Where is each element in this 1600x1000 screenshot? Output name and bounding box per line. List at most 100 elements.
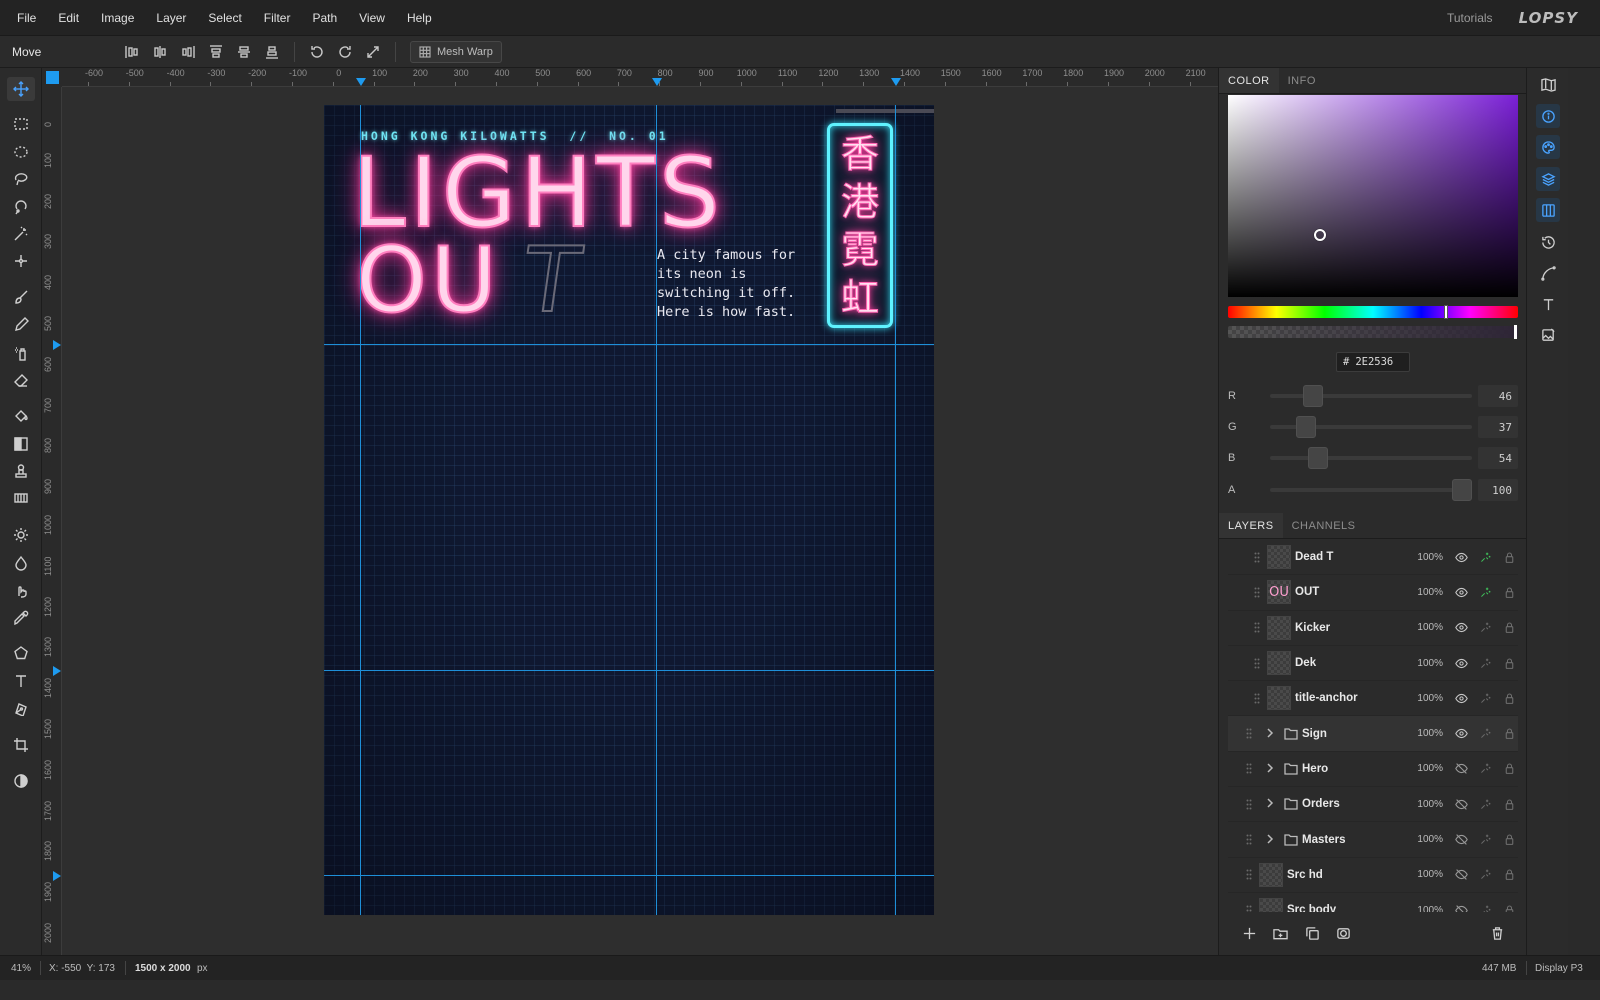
layer-name[interactable]: title-anchor xyxy=(1295,692,1358,704)
lock-icon[interactable] xyxy=(1502,797,1516,811)
pencil-tool[interactable] xyxy=(7,313,35,337)
new-layer-button[interactable] xyxy=(1239,923,1259,943)
layer-group-row[interactable]: Orders 100% xyxy=(1228,787,1518,823)
channel-value-a[interactable]: 100 xyxy=(1478,479,1518,501)
effects-icon[interactable] xyxy=(1478,833,1492,847)
layer-row[interactable]: Src hd 100% xyxy=(1228,858,1518,893)
new-group-button[interactable] xyxy=(1270,923,1290,943)
adjust-tool[interactable] xyxy=(7,769,35,793)
dock-type-button[interactable] xyxy=(1536,292,1560,316)
layer-name[interactable]: Src hd xyxy=(1287,869,1323,881)
layer-row[interactable]: Dead T 100% xyxy=(1228,540,1518,576)
layer-opacity[interactable]: 100% xyxy=(1407,693,1443,704)
tab-color[interactable]: COLOR xyxy=(1219,68,1279,93)
dock-channels-button[interactable] xyxy=(1536,198,1560,222)
crop-tool[interactable] xyxy=(7,733,35,757)
effects-icon[interactable] xyxy=(1478,727,1492,741)
lock-icon[interactable] xyxy=(1502,656,1516,670)
layer-opacity[interactable]: 100% xyxy=(1407,834,1443,845)
drag-handle-icon[interactable] xyxy=(1245,869,1253,881)
quick-select-tool[interactable] xyxy=(7,249,35,273)
align-bottom-button[interactable] xyxy=(258,40,286,64)
drag-handle-icon[interactable] xyxy=(1245,904,1253,912)
eye-off-icon[interactable] xyxy=(1454,797,1468,811)
hue-handle[interactable] xyxy=(1444,305,1448,319)
lock-icon[interactable] xyxy=(1502,868,1516,882)
guide-vertical[interactable] xyxy=(895,105,896,915)
slider-thumb[interactable] xyxy=(1308,447,1328,469)
align-center-h-button[interactable] xyxy=(146,40,174,64)
layer-row[interactable]: Src body 100% xyxy=(1228,893,1518,912)
eraser-tool[interactable] xyxy=(7,368,35,392)
tab-info[interactable]: INFO xyxy=(1279,68,1325,93)
move-tool[interactable] xyxy=(7,77,35,101)
layer-opacity[interactable]: 100% xyxy=(1407,869,1443,880)
eye-off-icon[interactable] xyxy=(1454,833,1468,847)
drag-handle-icon[interactable] xyxy=(1253,692,1261,704)
channel-slider-r[interactable] xyxy=(1270,385,1472,407)
effects-icon[interactable] xyxy=(1478,797,1492,811)
layer-group-row[interactable]: Sign 100% xyxy=(1228,716,1518,752)
picker-handle[interactable] xyxy=(1314,229,1326,241)
eye-icon[interactable] xyxy=(1454,550,1468,564)
lock-icon[interactable] xyxy=(1502,550,1516,564)
lock-icon[interactable] xyxy=(1502,585,1516,599)
eye-off-icon[interactable] xyxy=(1454,903,1468,912)
shape-tool[interactable] xyxy=(7,641,35,665)
guide-marker[interactable] xyxy=(53,340,61,350)
channel-value-g[interactable]: 37 xyxy=(1478,416,1518,438)
drag-handle-icon[interactable] xyxy=(1245,728,1253,740)
magic-wand-tool[interactable] xyxy=(7,222,35,246)
layer-name[interactable]: OUT xyxy=(1295,586,1319,598)
layer-group-row[interactable]: Masters 100% xyxy=(1228,822,1518,858)
drag-handle-icon[interactable] xyxy=(1253,622,1261,634)
dodge-tool[interactable] xyxy=(7,523,35,547)
stamp-tool[interactable] xyxy=(7,459,35,483)
drag-handle-icon[interactable] xyxy=(1245,798,1253,810)
eye-off-icon[interactable] xyxy=(1454,762,1468,776)
lock-icon[interactable] xyxy=(1502,762,1516,776)
spray-tool[interactable] xyxy=(7,341,35,365)
neon-sign[interactable]: 香 港 霓 虹 xyxy=(827,123,893,328)
foreground-swatch[interactable] xyxy=(46,71,59,84)
type-tool[interactable] xyxy=(7,669,35,693)
layer-name[interactable]: Hero xyxy=(1302,763,1328,775)
effects-icon[interactable] xyxy=(1478,691,1492,705)
menu-layer[interactable]: Layer xyxy=(145,11,197,25)
pen-tool[interactable] xyxy=(7,696,35,720)
channel-value-r[interactable]: 46 xyxy=(1478,385,1518,407)
eye-off-icon[interactable] xyxy=(1454,868,1468,882)
dock-color-button[interactable] xyxy=(1536,135,1560,159)
lock-icon[interactable] xyxy=(1502,903,1516,912)
hex-input[interactable]: # 2E2536 xyxy=(1336,352,1410,372)
hue-slider[interactable] xyxy=(1228,305,1518,319)
brush-tool[interactable] xyxy=(7,285,35,309)
blur-tool[interactable] xyxy=(7,551,35,575)
layer-opacity[interactable]: 100% xyxy=(1407,799,1443,810)
menu-edit[interactable]: Edit xyxy=(47,11,90,25)
artboard[interactable]: HONG KONG KILOWATTS // NO. 01 LIGHTS OU … xyxy=(324,105,934,915)
lock-icon[interactable] xyxy=(1502,833,1516,847)
chevron-right-icon[interactable] xyxy=(1264,727,1278,741)
effects-icon[interactable] xyxy=(1478,903,1492,912)
layer-row[interactable]: OU OUT 100% xyxy=(1228,575,1518,611)
rotate-left-button[interactable] xyxy=(303,40,331,64)
effects-icon[interactable] xyxy=(1478,621,1492,635)
drag-handle-icon[interactable] xyxy=(1253,551,1261,563)
dek-text[interactable]: A city famous for its neon is switching … xyxy=(657,246,817,322)
drag-handle-icon[interactable] xyxy=(1253,657,1261,669)
title-lights[interactable]: LIGHTS xyxy=(351,144,724,242)
dock-image-button[interactable] xyxy=(1536,323,1560,347)
layer-opacity[interactable]: 100% xyxy=(1407,552,1443,563)
align-top-button[interactable] xyxy=(202,40,230,64)
saturation-value-picker[interactable] xyxy=(1228,95,1518,297)
alpha-handle[interactable] xyxy=(1514,325,1517,339)
alpha-slider[interactable] xyxy=(1228,325,1518,339)
chevron-right-icon[interactable] xyxy=(1264,762,1278,776)
mesh-warp-button[interactable]: Mesh Warp xyxy=(410,40,502,63)
layer-name[interactable]: Orders xyxy=(1302,798,1340,810)
effects-icon[interactable] xyxy=(1478,550,1492,564)
drag-handle-icon[interactable] xyxy=(1253,586,1261,598)
layer-name[interactable]: Sign xyxy=(1302,728,1327,740)
channel-slider-g[interactable] xyxy=(1270,416,1472,438)
